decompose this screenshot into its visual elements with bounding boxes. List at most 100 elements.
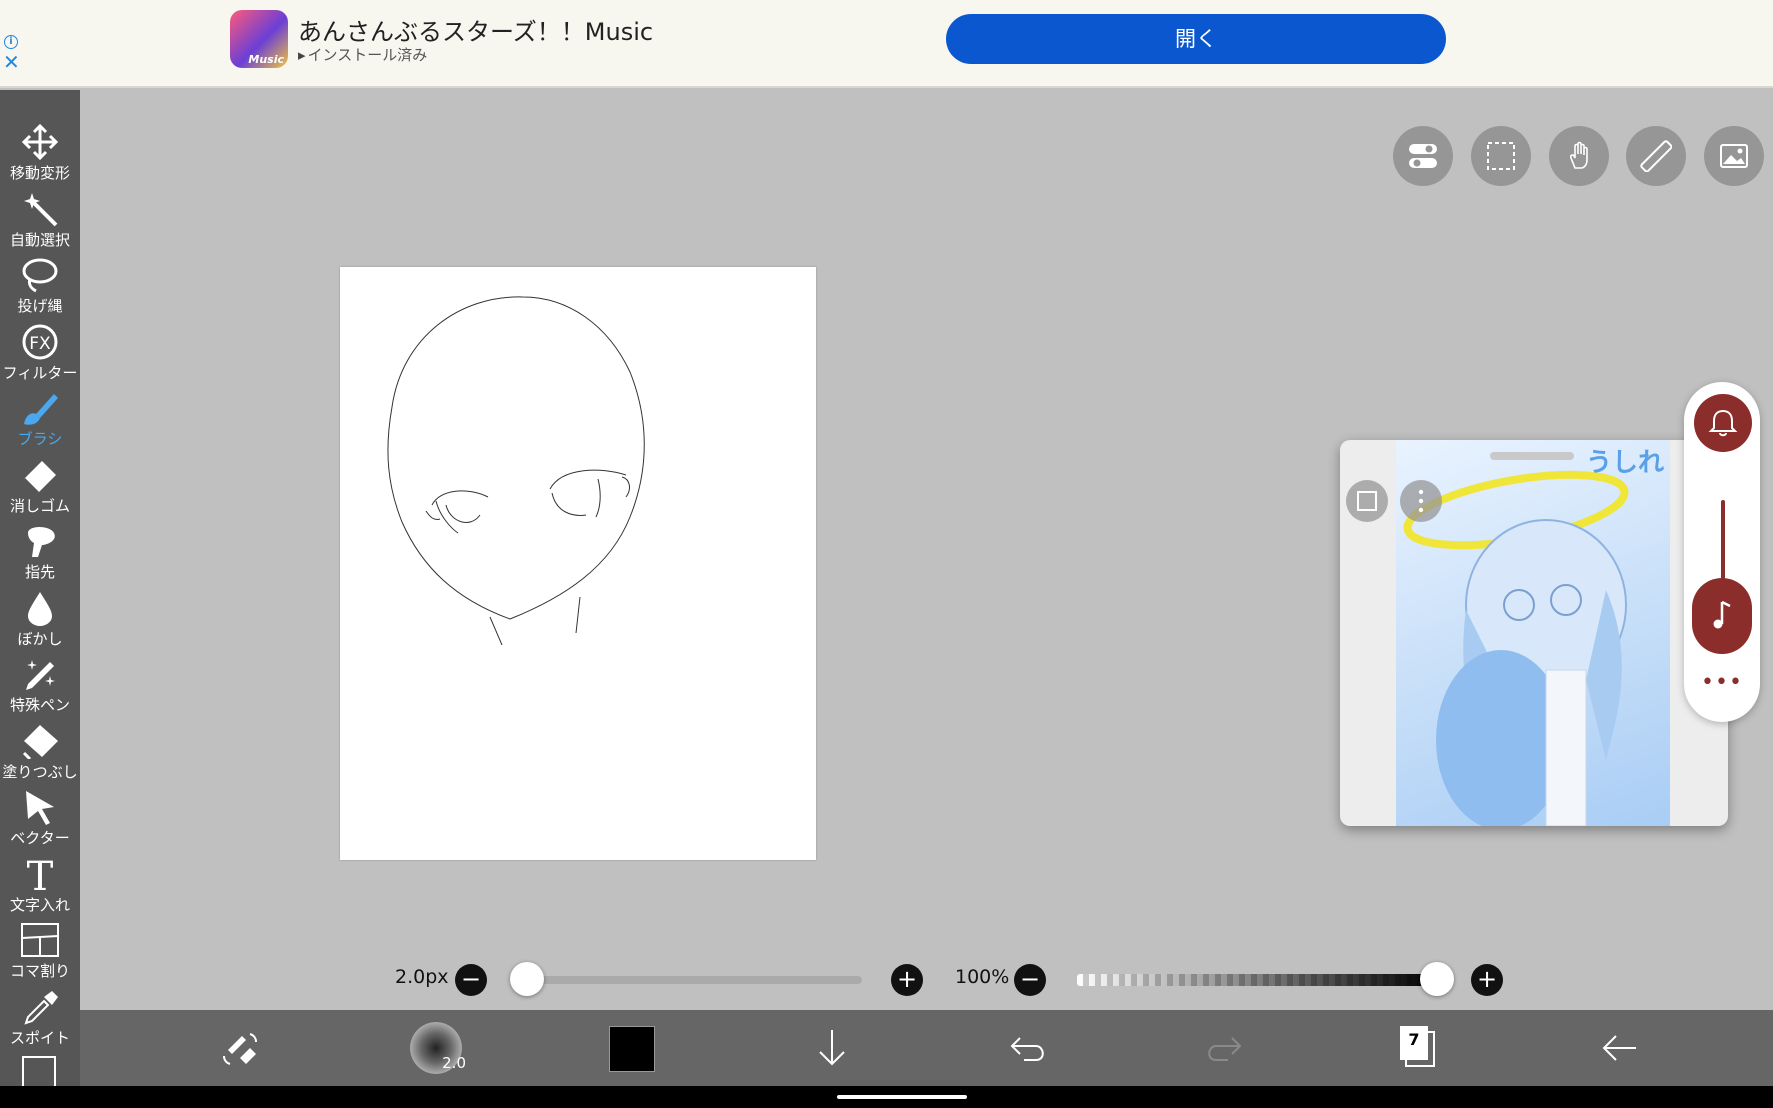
pip-watermark: うしれ (1585, 448, 1664, 478)
pip-drag-handle[interactable] (1490, 452, 1574, 460)
tool-vector[interactable]: ベクター (0, 787, 80, 853)
hand-button[interactable] (1549, 126, 1609, 186)
brush-size-slider-track[interactable] (528, 976, 862, 984)
brush-preview-button[interactable]: 2.0 (410, 1022, 466, 1074)
toggle-button[interactable] (1393, 126, 1453, 186)
play-store-icon: ▸ (298, 46, 306, 64)
more-vertical-icon (1418, 489, 1424, 513)
tool-layer-frame-icon[interactable] (22, 1056, 56, 1086)
pip-menu-button[interactable] (1400, 480, 1442, 522)
fx-icon: FX (20, 324, 60, 360)
hand-icon (1570, 141, 1588, 169)
eraser-icon (20, 457, 60, 494)
tool-filter[interactable]: FX フィルター (0, 322, 80, 388)
brush-size-increase-button[interactable]: + (891, 964, 923, 996)
opacity-slider-track[interactable] (1077, 974, 1437, 986)
brush-icon (20, 390, 60, 426)
selection-icon (1487, 142, 1515, 170)
pip-video-window[interactable]: うしれ (1340, 440, 1728, 826)
text-icon: T (20, 854, 60, 900)
tool-label: 自動選択 (9, 230, 70, 249)
tool-label: 消しゴム (9, 496, 70, 515)
more-icon[interactable]: ••• (1684, 670, 1760, 695)
redo-icon (1208, 1037, 1242, 1061)
magic-wand-icon (20, 191, 60, 227)
back-button[interactable] (1594, 1022, 1646, 1074)
tool-fill[interactable]: 塗りつぶし (0, 721, 80, 787)
tool-move-transform[interactable]: 移動変形 (0, 122, 80, 188)
tool-label: 塗りつぶし (2, 762, 78, 781)
tool-text[interactable]: T 文字入れ (0, 854, 80, 920)
tool-label: ブラシ (17, 430, 63, 448)
ad-app-icon[interactable]: Music (230, 10, 288, 68)
undo-icon (1010, 1037, 1044, 1061)
tool-lasso[interactable]: 投げ縄 (0, 255, 80, 321)
tool-label: 特殊ペン (9, 696, 70, 714)
lasso-icon (20, 257, 60, 293)
move-icon (20, 123, 60, 161)
tool-label: ベクター (10, 829, 70, 847)
bottom-toolbar: 2.0 7 (80, 1010, 1773, 1086)
tool-brush[interactable]: ブラシ (0, 388, 80, 454)
ad-app-icon-text: Music (248, 53, 284, 66)
brush-size-decrease-button[interactable]: − (455, 964, 487, 996)
brush-eraser-swap-icon (223, 1033, 257, 1065)
tool-eraser[interactable]: 消しゴム (0, 455, 80, 521)
tool-label: スポイト (9, 1028, 70, 1047)
opacity-decrease-button[interactable]: − (1014, 964, 1046, 996)
undo-button[interactable] (1002, 1022, 1054, 1074)
selection-button[interactable] (1471, 126, 1531, 186)
home-gesture-handle[interactable] (837, 1095, 967, 1099)
bucket-icon (20, 723, 60, 760)
tool-blur[interactable]: ぼかし (0, 588, 80, 654)
notification-button[interactable] (1694, 394, 1752, 452)
svg-text:FX: FX (29, 334, 51, 354)
tool-auto-select[interactable]: 自動選択 (0, 189, 80, 255)
layers-button[interactable]: 7 (1398, 1024, 1435, 1067)
tool-label: ぼかし (17, 629, 63, 648)
music-note-icon (1713, 600, 1731, 629)
ad-open-button[interactable]: 開く (946, 14, 1446, 64)
ruler-button[interactable] (1626, 126, 1686, 186)
music-button[interactable] (1692, 578, 1752, 654)
merge-down-button[interactable] (806, 1022, 858, 1074)
opacity-label: 100% (955, 966, 1010, 988)
expand-icon (1357, 491, 1377, 511)
arrow-down-icon (819, 1030, 845, 1066)
brush-slider-row: 2.0px − + 100% − + (0, 950, 1773, 1010)
tool-special-pen[interactable]: 特殊ペン (0, 654, 80, 720)
bell-icon (1708, 409, 1738, 437)
tool-label: 投げ縄 (17, 297, 63, 315)
color-swatch-button[interactable] (609, 1026, 655, 1072)
tool-label: フィルター (2, 363, 78, 382)
layer-count-label: 7 (1408, 1030, 1420, 1049)
ad-installed-label: インストール済み (307, 46, 428, 64)
pip-expand-button[interactable] (1346, 480, 1388, 522)
volume-slider-track[interactable] (1721, 500, 1725, 590)
tool-label: 文字入れ (9, 895, 70, 914)
tool-label: 指先 (24, 563, 55, 581)
brush-preview-size: 2.0 (442, 1054, 466, 1072)
opacity-slider-thumb[interactable] (1420, 962, 1454, 996)
cursor-arrow-icon (20, 789, 60, 825)
opacity-increase-button[interactable]: + (1471, 964, 1503, 996)
arrow-left-icon (1602, 1035, 1636, 1061)
brush-size-slider-thumb[interactable] (510, 962, 544, 996)
ad-banner: i ✕ Music あんさんぶるスターズ！！Music ▸ インストール済み 開く (0, 0, 1773, 88)
ad-close-icon[interactable]: ✕ (3, 52, 20, 72)
redo-button[interactable] (1198, 1022, 1250, 1074)
ad-app-title[interactable]: あんさんぶるスターズ！！Music (298, 12, 653, 47)
ad-info-icon[interactable]: i (4, 35, 18, 49)
swap-brush-eraser-button[interactable] (214, 1022, 266, 1074)
tool-finger[interactable]: 指先 (0, 521, 80, 587)
ruler-icon (1640, 140, 1672, 172)
image-button[interactable] (1704, 126, 1764, 186)
image-icon (1720, 144, 1748, 168)
face-sketch (387, 296, 645, 646)
side-control-panel: ••• (1684, 382, 1760, 722)
svg-text:T: T (27, 856, 54, 892)
drop-icon (20, 590, 60, 626)
tool-palette: 移動変形自動選択投げ縄 FX フィルターブラシ消しゴム指先ぼかし特殊ペン塗りつぶしベ… (0, 90, 80, 1086)
drawing-canvas[interactable] (340, 267, 816, 860)
tool-label: 移動変形 (9, 164, 70, 182)
